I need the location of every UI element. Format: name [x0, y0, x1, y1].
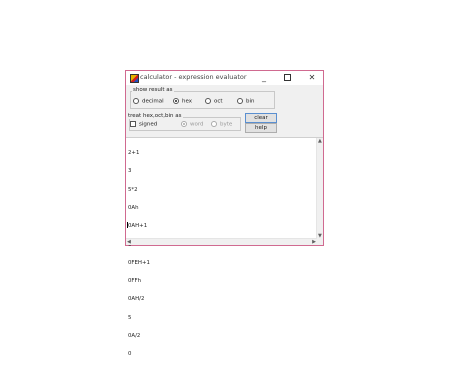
editor-line: 0Ah [128, 205, 139, 212]
calculator-window: calculator - expression evaluator _ ✕ sh… [125, 70, 324, 357]
signed-label: signed [139, 121, 158, 128]
editor-line: 0 [128, 351, 132, 358]
editor-line: 5 [128, 314, 132, 321]
scroll-right-icon[interactable]: ▶ [312, 239, 316, 245]
editor-line: 2+1 [128, 150, 140, 157]
editor-lines: 2+1 3 5*2 0Ah 0AH+1 9 0FEH+1 0FFh 0AH/2 … [128, 138, 150, 370]
editor-line: 0FFh [128, 278, 142, 285]
horizontal-scrollbar[interactable]: ◀ ▶ [126, 238, 317, 245]
maximize-icon [283, 74, 291, 81]
radio-decimal-indicator [133, 98, 139, 104]
radio-hex-label: hex [182, 98, 193, 105]
editor-line: 0A/2 [128, 333, 141, 339]
show-result-label: show result as [132, 87, 174, 93]
editor-line: 3 [128, 168, 132, 175]
scrollbar-corner [317, 239, 323, 245]
editor-line: 0FEH+1 [128, 259, 150, 266]
scroll-up-icon[interactable]: ▲ [318, 138, 322, 144]
radio-decimal[interactable]: decimal [133, 98, 164, 105]
radio-hex[interactable]: hex [173, 98, 192, 105]
signed-checkbox[interactable]: signed [130, 121, 157, 128]
radio-oct-indicator [205, 98, 211, 104]
radio-word[interactable]: word [181, 121, 204, 128]
radio-byte-indicator [211, 121, 217, 127]
radio-bin-indicator [237, 98, 243, 104]
radio-byte[interactable]: byte [211, 121, 232, 128]
minimize-button[interactable]: _ [254, 72, 274, 84]
radio-hex-indicator [173, 98, 179, 104]
clear-button[interactable]: clear [245, 113, 277, 123]
editor-line: 0AH+1 [128, 223, 148, 230]
maximize-button[interactable] [277, 72, 297, 84]
radio-word-indicator [181, 121, 187, 127]
radio-byte-label: byte [220, 121, 233, 128]
close-button[interactable]: ✕ [302, 72, 322, 84]
radio-bin[interactable]: bin [237, 98, 255, 105]
text-caret [127, 222, 128, 228]
treat-as-label: treat hex,oct,bin as [127, 113, 183, 119]
radio-oct[interactable]: oct [205, 98, 223, 105]
radio-word-label: word [190, 121, 204, 128]
editor-line: 0AH/2 [128, 296, 145, 303]
scroll-left-icon[interactable]: ◀ [127, 239, 131, 245]
signed-checkbox-box [130, 121, 136, 127]
radio-decimal-label: decimal [142, 98, 164, 105]
expression-editor[interactable]: 2+1 3 5*2 0Ah 0AH+1 9 0FEH+1 0FFh 0AH/2 … [126, 137, 323, 357]
calculator-app-icon [130, 74, 139, 83]
title-bar[interactable]: calculator - expression evaluator _ ✕ [126, 71, 323, 85]
vertical-scrollbar[interactable]: ▲ ▼ [316, 138, 323, 239]
radio-oct-label: oct [214, 98, 223, 105]
help-button[interactable]: help [245, 123, 277, 133]
window-title: calculator - expression evaluator [140, 73, 247, 81]
radio-bin-label: bin [246, 98, 255, 105]
editor-line: 5*2 [128, 186, 138, 193]
